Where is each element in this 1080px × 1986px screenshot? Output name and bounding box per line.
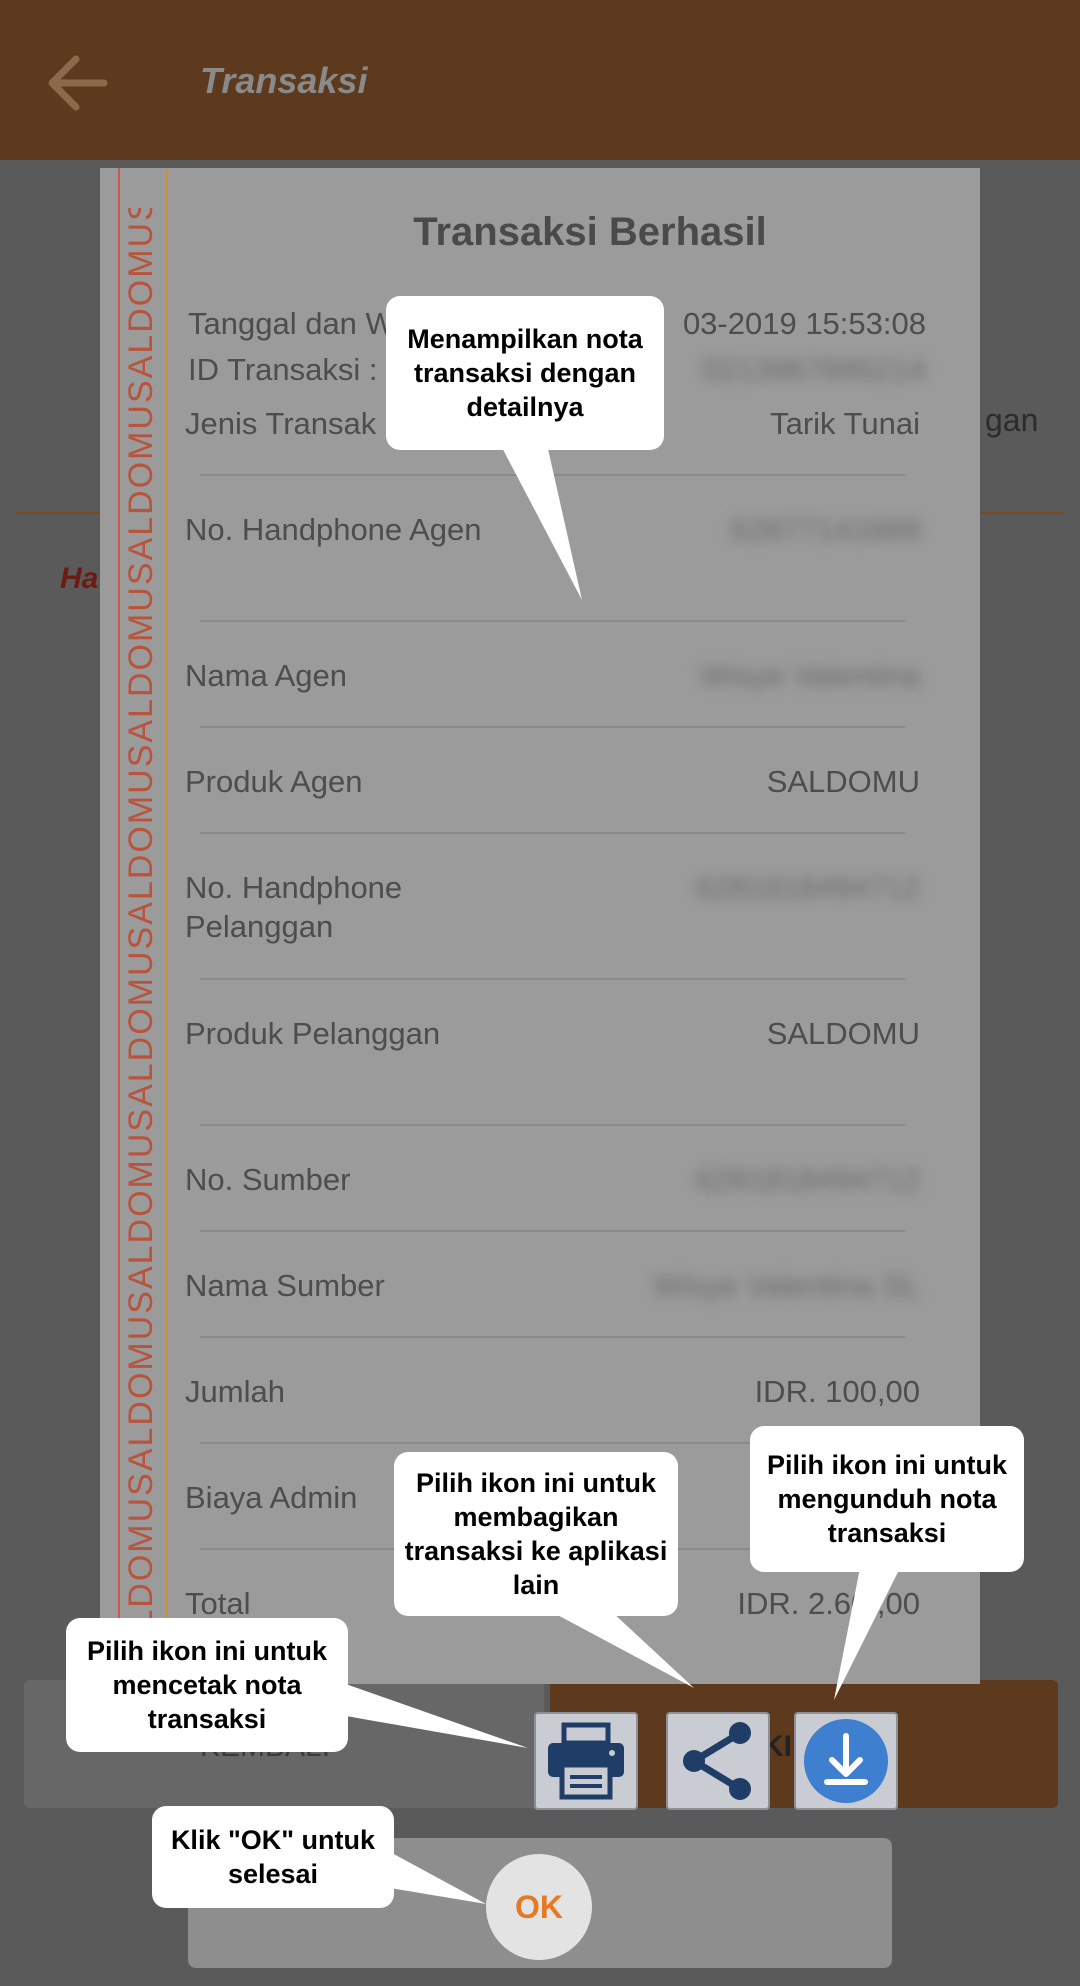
ok-callout-tail xyxy=(390,1852,486,1904)
receipt-callout: Menampilkan nota transaksi dengan detail… xyxy=(386,296,664,450)
download-callout-tail xyxy=(834,1568,900,1700)
ok-callout: Klik "OK" untuk selesai xyxy=(152,1806,394,1908)
print-callout: Pilih ikon ini untuk mencetak nota trans… xyxy=(66,1618,348,1752)
receipt-callout-tail xyxy=(498,440,582,600)
print-callout-tail xyxy=(340,1682,528,1748)
share-callout: Pilih ikon ini untuk membagikan transaks… xyxy=(394,1452,678,1616)
download-callout: Pilih ikon ini untuk mengunduh nota tran… xyxy=(750,1426,1024,1572)
share-callout-tail xyxy=(552,1612,694,1688)
